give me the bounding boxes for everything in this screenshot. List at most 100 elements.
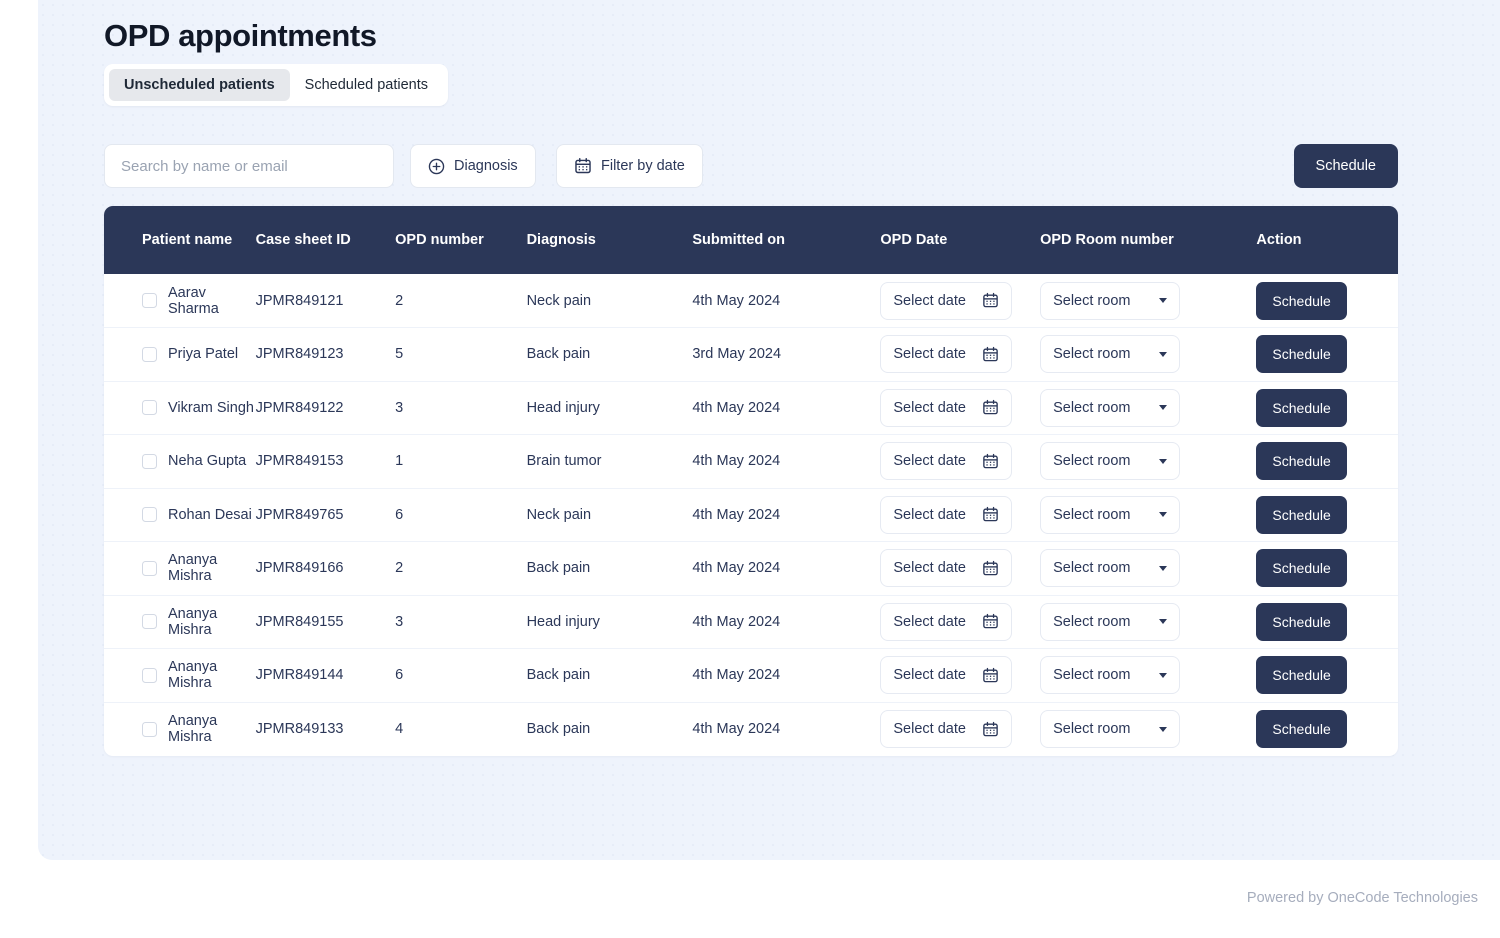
cell-case-sheet-id: JPMR849155 [255, 613, 344, 630]
select-room-label: Select room [1053, 506, 1131, 523]
select-room-dropdown[interactable]: Select room [1040, 388, 1181, 427]
plus-circle-icon [428, 158, 445, 175]
select-date-button[interactable]: Select date [880, 281, 1013, 320]
page-title: OPD appointments [104, 18, 377, 53]
calendar-icon [982, 613, 999, 630]
cell-action: Schedule [1256, 328, 1398, 382]
calendar-icon [982, 560, 999, 577]
select-room-dropdown[interactable]: Select room [1040, 442, 1181, 481]
column-header-opd-number: OPD number [395, 232, 484, 248]
cell-submitted-on: 4th May 2024 [692, 667, 781, 684]
row-select-checkbox[interactable] [142, 614, 157, 630]
cell-opd-date: Select date [880, 488, 1040, 542]
row-select-checkbox[interactable] [142, 346, 157, 362]
cell-case-sheet-id: JPMR849765 [255, 506, 344, 523]
cell-opd-number: 3 [395, 613, 404, 630]
cell-opd-date: Select date [880, 435, 1040, 489]
cell-opd-room-number: Select room [1040, 381, 1256, 435]
column-header-patient-name: Patient name [142, 232, 233, 248]
calendar-icon [982, 721, 999, 738]
row-schedule-button[interactable]: Schedule [1256, 388, 1347, 427]
cell-case-sheet-id: JPMR849121 [255, 292, 344, 309]
table-body: Aarav Sharma JPMR849121 2 Neck pain 4th May … [104, 274, 1398, 756]
select-date-label: Select date [893, 560, 966, 577]
select-date-button[interactable]: Select date [880, 549, 1013, 588]
select-room-dropdown[interactable]: Select room [1040, 495, 1181, 534]
row-schedule-button[interactable]: Schedule [1256, 549, 1347, 588]
select-date-button[interactable]: Select date [880, 710, 1013, 748]
cell-action: Schedule [1256, 542, 1398, 596]
select-room-dropdown[interactable]: Select room [1040, 710, 1181, 748]
row-schedule-button[interactable]: Schedule [1256, 710, 1347, 748]
chevron-down-icon [1159, 565, 1168, 571]
chevron-down-icon [1159, 726, 1168, 732]
select-date-button[interactable]: Select date [880, 602, 1013, 641]
select-date-button[interactable]: Select date [880, 495, 1013, 534]
row-select-checkbox[interactable] [142, 560, 157, 576]
cell-opd-number: 2 [395, 560, 404, 577]
row-schedule-button[interactable]: Schedule [1256, 656, 1347, 695]
tab-unscheduled-patients[interactable]: Unscheduled patients [109, 69, 290, 101]
row-select-checkbox[interactable] [142, 667, 157, 683]
cell-patient-name: Aarav Sharma [104, 274, 256, 328]
select-room-label: Select room [1053, 721, 1131, 737]
calendar-icon [982, 453, 999, 470]
select-date-button[interactable]: Select date [880, 442, 1013, 481]
schedule-bulk-button[interactable]: Schedule [1293, 144, 1398, 188]
cell-opd-room-number: Select room [1040, 542, 1256, 596]
cell-diagnosis: Neck pain [526, 506, 592, 523]
select-date-button[interactable]: Select date [880, 388, 1013, 427]
row-select-checkbox[interactable] [142, 507, 157, 523]
calendar-icon [574, 157, 592, 175]
cell-case-sheet-id: JPMR849144 [255, 667, 344, 684]
search-input[interactable] [104, 144, 394, 188]
select-date-button[interactable]: Select date [880, 335, 1013, 374]
row-schedule-button[interactable]: Schedule [1256, 442, 1347, 481]
filter-by-date-label: Filter by date [601, 158, 685, 174]
patient-name-text: Rohan Desai [168, 506, 252, 523]
row-schedule-button[interactable]: Schedule [1256, 602, 1347, 641]
diagnosis-filter-button[interactable]: Diagnosis [410, 144, 536, 188]
calendar-icon [982, 399, 999, 416]
calendar-icon [982, 346, 999, 363]
chevron-down-icon [1159, 351, 1168, 357]
row-schedule-button[interactable]: Schedule [1256, 495, 1347, 534]
row-select-checkbox[interactable] [142, 453, 157, 469]
select-room-label: Select room [1053, 399, 1131, 416]
cell-submitted-on: 4th May 2024 [692, 721, 781, 737]
select-date-button[interactable]: Select date [880, 656, 1013, 695]
chevron-down-icon [1159, 619, 1168, 625]
cell-patient-name: Rohan Desai [104, 488, 256, 542]
chevron-down-icon [1159, 512, 1168, 518]
cell-opd-room-number: Select room [1040, 328, 1256, 382]
cell-patient-name: Ananya Mishra [104, 595, 256, 649]
select-room-dropdown[interactable]: Select room [1040, 281, 1181, 320]
content-inner: OPD appointments Unscheduled patients Sch… [104, 0, 1500, 860]
select-room-dropdown[interactable]: Select room [1040, 549, 1181, 588]
select-date-label: Select date [893, 721, 966, 737]
filter-by-date-button[interactable]: Filter by date [556, 144, 703, 188]
row-schedule-button[interactable]: Schedule [1256, 335, 1347, 374]
tab-scheduled-patients[interactable]: Scheduled patients [290, 69, 443, 101]
cell-diagnosis: Back pain [526, 667, 591, 684]
select-room-dropdown[interactable]: Select room [1040, 656, 1181, 695]
cell-opd-room-number: Select room [1040, 595, 1256, 649]
content-panel: OPD appointments Unscheduled patients Sch… [38, 0, 1500, 860]
cell-action: Schedule [1256, 702, 1398, 756]
row-select-checkbox[interactable] [142, 721, 157, 737]
row-schedule-button[interactable]: Schedule [1256, 281, 1347, 320]
column-header-diagnosis: Diagnosis [526, 232, 596, 248]
patient-name-text: Neha Gupta [168, 453, 247, 470]
select-date-label: Select date [893, 399, 966, 416]
row-select-checkbox[interactable] [142, 293, 157, 308]
cell-opd-room-number: Select room [1040, 702, 1256, 756]
patient-name-text: Ananya Mishra [168, 552, 218, 585]
select-room-dropdown[interactable]: Select room [1040, 602, 1181, 641]
row-select-checkbox[interactable] [142, 400, 157, 416]
select-date-label: Select date [893, 506, 966, 523]
cell-opd-number: 3 [395, 399, 404, 416]
app-root: OPD appointments Unscheduled patients Sch… [0, 0, 1500, 938]
select-room-dropdown[interactable]: Select room [1040, 335, 1181, 374]
cell-opd-date: Select date [880, 328, 1040, 382]
patient-name-text: Priya Patel [168, 346, 239, 363]
